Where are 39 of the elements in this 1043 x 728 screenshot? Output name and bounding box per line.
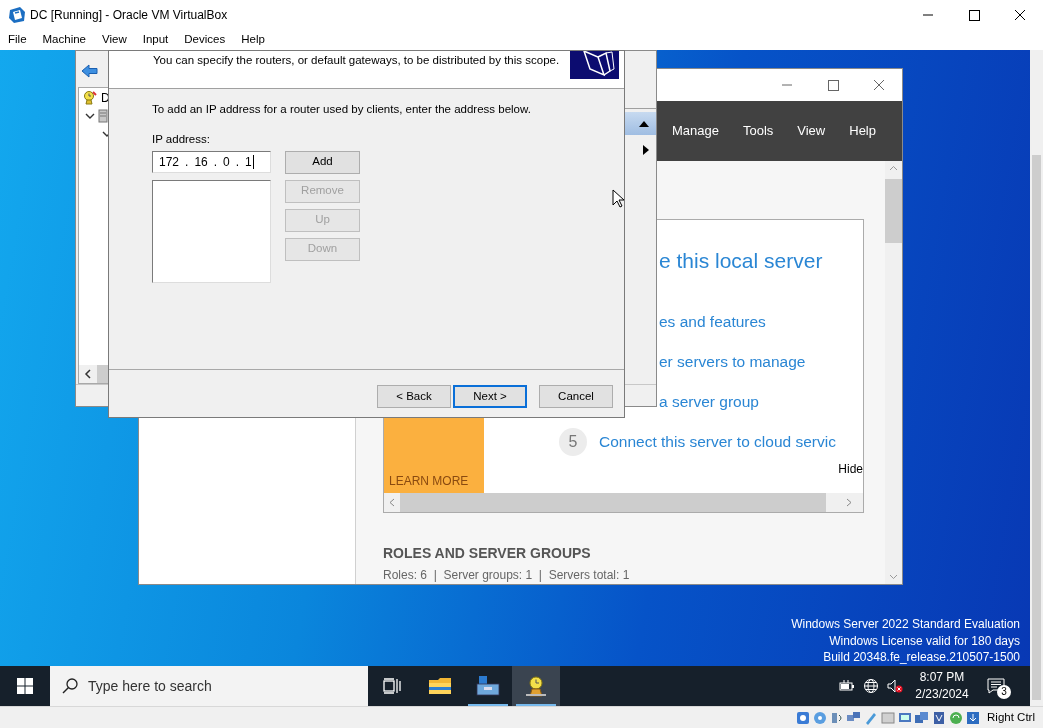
- menu-item[interactable]: Tools: [742, 121, 774, 141]
- watermark-text: Build 20348.fe_release.210507-1500: [822, 649, 1020, 666]
- menu-item[interactable]: View: [96, 31, 133, 49]
- wizard-description: You can specify the routers, or default gateways, to be distributed by this scope.: [152, 53, 561, 68]
- step-link[interactable]: Connect this server to cloud servic: [599, 430, 836, 454]
- step-link[interactable]: es and features: [659, 310, 766, 334]
- menu-item[interactable]: Help: [235, 31, 271, 49]
- section-heading: ROLES AND SERVER GROUPS: [383, 544, 592, 563]
- notification-count: 3: [997, 685, 1011, 699]
- menu-item[interactable]: Devices: [178, 31, 232, 49]
- menu-item[interactable]: Machine: [36, 31, 92, 49]
- roles-summary: Roles: 6 | Server groups: 1 | Servers total: 1: [383, 567, 631, 584]
- dialog-button[interactable]: < Back: [377, 385, 451, 408]
- host-key-label: Right Ctrl: [987, 709, 1035, 725]
- search-field[interactable]: Type here to search: [50, 666, 368, 706]
- dialog-button[interactable]: Add: [285, 150, 360, 174]
- clock-date[interactable]: 2/23/2024: [911, 686, 973, 703]
- field-label: IP address:: [152, 132, 211, 148]
- menu-item[interactable]: Input: [136, 31, 175, 49]
- menu-item[interactable]: View: [797, 121, 826, 141]
- step-link[interactable]: er servers to manage: [659, 350, 806, 374]
- step-number: 5: [559, 428, 587, 456]
- dialog-button[interactable]: Cancel: [539, 385, 613, 408]
- welcome-heading: e this local server: [658, 248, 824, 274]
- hide-link[interactable]: Hide: [838, 462, 863, 476]
- instruction-text: To add an IP address for a router used by clients, enter the address below.: [152, 102, 532, 117]
- step-link[interactable]: a server group: [659, 390, 759, 414]
- ip-address-field[interactable]: 172 . 16 . 0 . 1: [152, 150, 271, 173]
- dialog-button[interactable]: Next >: [453, 385, 527, 408]
- learn-more-tile[interactable]: LEARN MORE: [384, 418, 484, 493]
- watermark-text: Windows Server 2022 Standard Evaluation: [791, 616, 1020, 633]
- window-title: DC [Running] - Oracle VM VirtualBox: [30, 7, 228, 24]
- menu-item[interactable]: File: [2, 31, 33, 49]
- clock-time[interactable]: 8:07 PM: [911, 669, 973, 686]
- learn-more-link[interactable]: LEARN MORE: [389, 472, 469, 490]
- watermark-text: Windows License valid for 180 days: [828, 632, 1020, 649]
- menu-item[interactable]: Manage: [671, 121, 719, 141]
- notifications-button[interactable]: 3: [973, 666, 1019, 706]
- menu-item[interactable]: Help: [849, 121, 876, 141]
